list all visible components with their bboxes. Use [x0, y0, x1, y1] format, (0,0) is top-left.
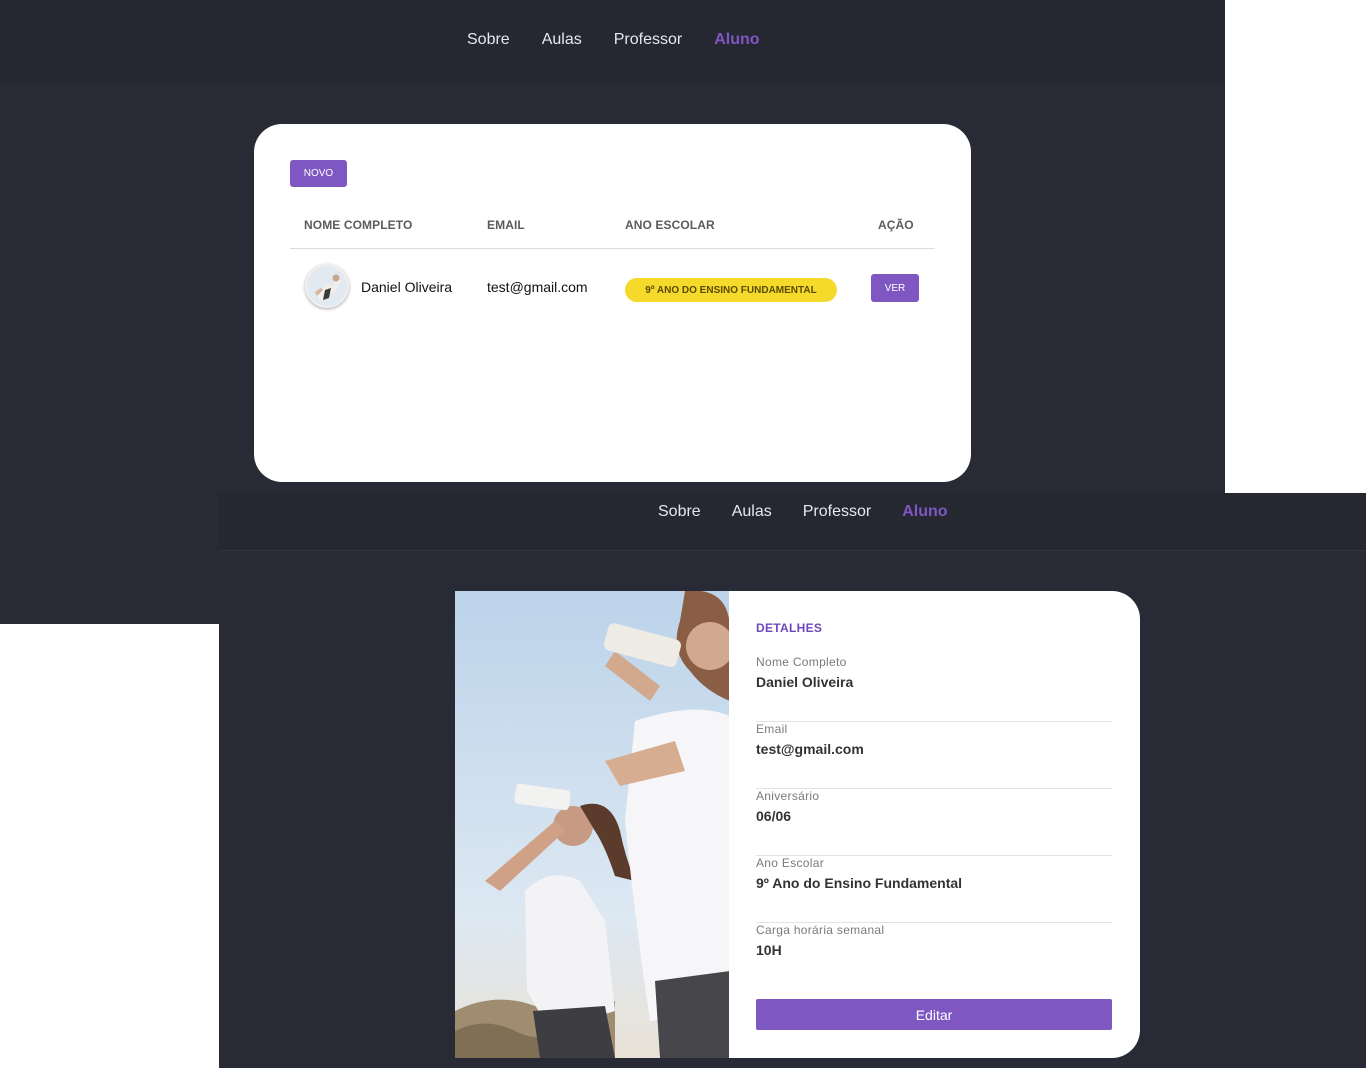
- nav-link-aluno[interactable]: Aluno: [714, 31, 759, 49]
- student-photo: [455, 591, 730, 1058]
- detail-value: Daniel Oliveira: [756, 674, 854, 690]
- nav-link-professor[interactable]: Professor: [803, 503, 871, 521]
- detail-label: Nome Completo: [756, 655, 847, 669]
- nav-link-sobre[interactable]: Sobre: [658, 503, 701, 521]
- nav-link-aulas[interactable]: Aulas: [732, 503, 772, 521]
- edit-button[interactable]: Editar: [756, 999, 1112, 1030]
- student-name: Daniel Oliveira: [361, 279, 453, 295]
- grade-badge: 9º ANO DO ENSINO FUNDAMENTAL: [625, 278, 837, 302]
- nav-link-sobre[interactable]: Sobre: [467, 31, 510, 49]
- column-header-name: NOME COMPLETO: [304, 218, 413, 232]
- new-student-button[interactable]: NOVO: [290, 160, 347, 187]
- nav-link-aluno[interactable]: Aluno: [902, 503, 947, 521]
- detail-field-name: Nome Completo Daniel Oliveira: [756, 655, 1112, 722]
- nav-links: Sobre Aulas Professor Aluno: [658, 503, 979, 521]
- details-title: DETALHES: [756, 621, 823, 635]
- detail-value: 10H: [756, 942, 782, 958]
- detail-field-weekly-hours: Carga horária semanal 10H: [756, 923, 1112, 990]
- detail-value: 06/06: [756, 808, 792, 824]
- column-header-email: EMAIL: [487, 218, 525, 232]
- top-navbar: Sobre Aulas Professor Aluno: [219, 493, 1366, 551]
- nav-link-professor[interactable]: Professor: [614, 31, 682, 49]
- detail-value: 9º Ano do Ensino Fundamental: [756, 875, 963, 891]
- detail-label: Email: [756, 722, 788, 736]
- view-student-button[interactable]: VER: [871, 274, 919, 302]
- detail-label: Aniversário: [756, 789, 820, 803]
- column-header-action: AÇÃO: [878, 218, 914, 232]
- student-details-card: DETALHES Nome Completo Daniel Oliveira E…: [729, 591, 1140, 1058]
- detail-label: Ano Escolar: [756, 856, 824, 870]
- detail-field-email: Email test@gmail.com: [756, 722, 1112, 789]
- student-avatar: [305, 264, 349, 308]
- detail-label: Carga horária semanal: [756, 923, 885, 937]
- student-details-screen: Sobre Aulas Professor Aluno DETALHES Nom…: [219, 493, 1366, 1068]
- nav-links: Sobre Aulas Professor Aluno: [467, 31, 792, 49]
- detail-value: test@gmail.com: [756, 741, 864, 757]
- detail-field-grade: Ano Escolar 9º Ano do Ensino Fundamental: [756, 856, 1112, 923]
- student-table-card: NOVO NOME COMPLETO EMAIL ANO ESCOLAR AÇÃ…: [254, 124, 971, 482]
- detail-field-birthday: Aniversário 06/06: [756, 789, 1112, 856]
- nav-link-aulas[interactable]: Aulas: [542, 31, 582, 49]
- table-header-divider: [290, 248, 935, 249]
- student-email: test@gmail.com: [487, 279, 588, 295]
- column-header-grade: ANO ESCOLAR: [625, 218, 715, 232]
- top-navbar: Sobre Aulas Professor Aluno: [0, 0, 1225, 82]
